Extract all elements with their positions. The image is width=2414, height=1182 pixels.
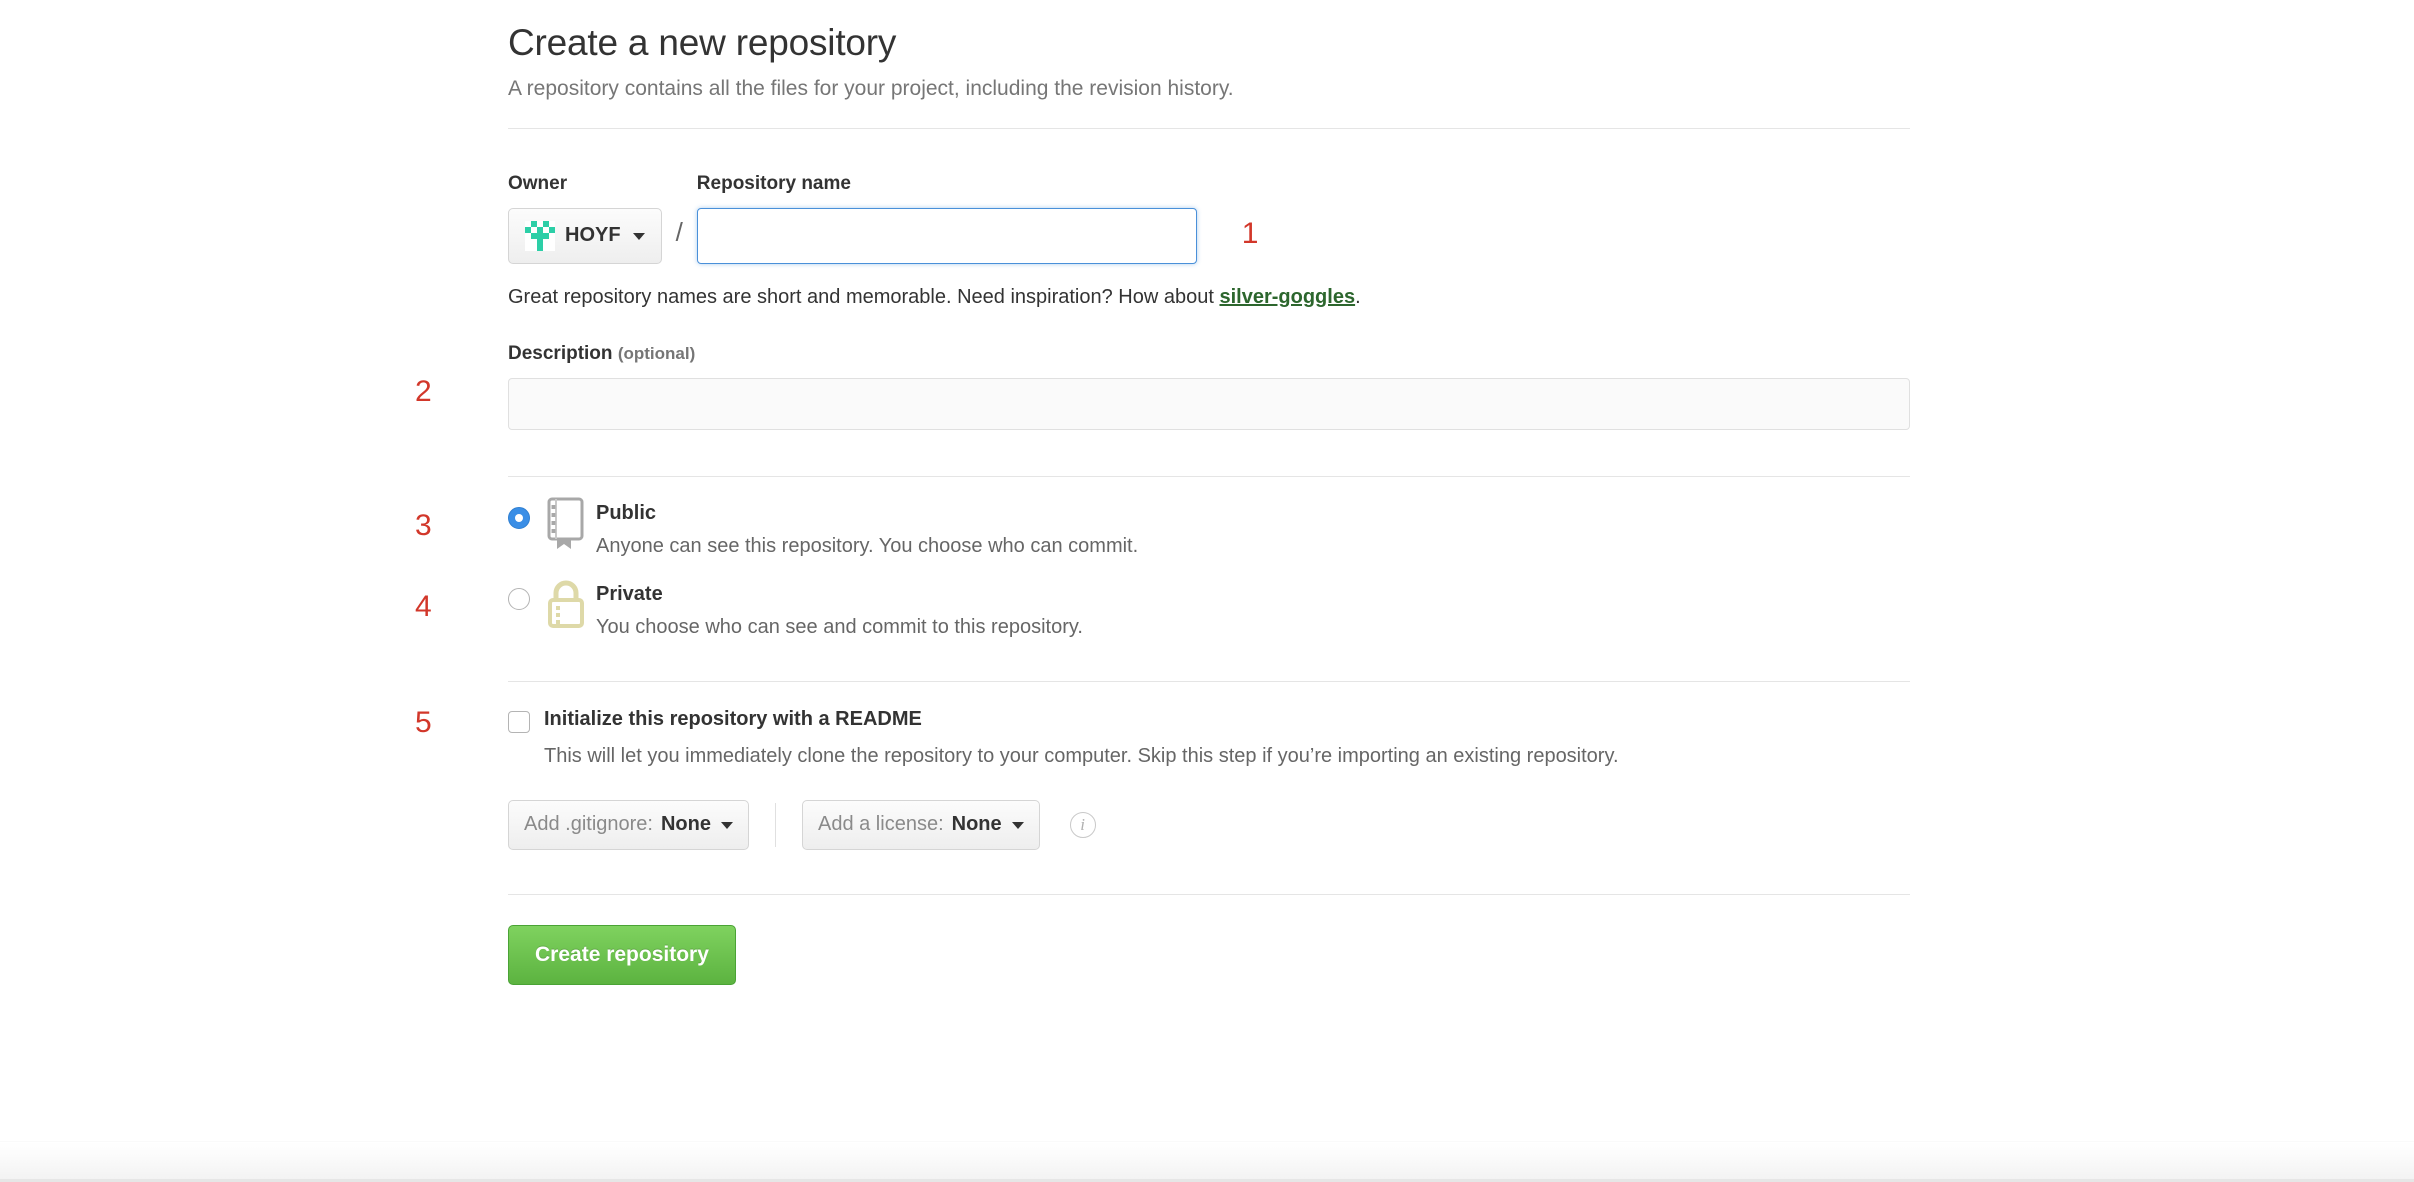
page-subtitle: A repository contains all the files for … <box>508 77 1234 100</box>
license-dropdown-button[interactable]: Add a license: None <box>801 799 1040 850</box>
owner-name-label: HOYF <box>565 224 621 247</box>
description-input[interactable] <box>508 377 1910 430</box>
visibility-option-private[interactable]: 4 Private You choose who can see and com… <box>415 558 1910 639</box>
annotation-2: 2 <box>415 374 432 408</box>
private-title: Private <box>596 582 663 605</box>
visibility-option-public[interactable]: 3 Public Anyone can see this repository.… <box>415 477 1910 558</box>
create-repository-button[interactable]: Create repository <box>508 924 736 985</box>
submit-section: Create repository <box>508 895 1910 985</box>
lock-icon <box>544 578 588 637</box>
annotation-1: 1 <box>1241 216 1259 250</box>
create-repository-page: Create a new repository A repository con… <box>0 0 2414 1182</box>
description-label: Description (optional) <box>508 343 1910 366</box>
identicon-avatar <box>525 220 555 251</box>
suggested-name-link[interactable]: silver-goggles <box>1219 286 1355 308</box>
description-label-text: Description <box>508 342 613 364</box>
chevron-down-icon <box>1011 822 1024 830</box>
gitignore-label: Add .gitignore: <box>524 813 653 836</box>
footer-strip <box>0 1141 2414 1182</box>
repository-name-label: Repository name <box>696 173 851 194</box>
hint-prefix: Great repository names are short and mem… <box>508 285 1220 308</box>
readme-checkbox[interactable] <box>508 710 530 733</box>
owner-field: Owner HOYF <box>508 173 662 264</box>
owner-name-separator: / <box>662 173 697 260</box>
dropdown-separator <box>774 802 776 847</box>
gitignore-value: None <box>660 813 711 836</box>
repository-name-input[interactable] <box>696 207 1197 264</box>
annotation-4: 4 <box>415 589 432 623</box>
info-icon[interactable]: i <box>1069 811 1096 838</box>
owner-name-row: Owner HOYF / Repository name 1 <box>508 129 1910 264</box>
readme-row[interactable]: Initialize this repository with a README <box>508 708 1910 733</box>
public-radio[interactable] <box>508 506 530 529</box>
annotation-5: 5 <box>415 705 432 739</box>
repository-name-hint: Great repository names are short and mem… <box>508 264 1910 309</box>
license-label: Add a license: <box>817 813 944 836</box>
owner-label: Owner <box>508 173 568 194</box>
chevron-down-icon <box>720 822 733 830</box>
readme-description: This will let you immediately clone the … <box>544 744 1619 767</box>
template-dropdown-row: Add .gitignore: None Add a license: None… <box>508 768 1910 850</box>
private-description: You choose who can see and commit to thi… <box>596 615 1083 638</box>
readme-label: Initialize this repository with a README <box>544 707 922 730</box>
readme-section: 5 Initialize this repository with a READ… <box>415 682 1910 850</box>
chevron-down-icon <box>632 233 645 241</box>
page-title: Create a new repository <box>508 22 897 63</box>
repo-icon <box>544 497 588 556</box>
public-title: Public <box>596 501 657 524</box>
license-value: None <box>951 813 1002 836</box>
gitignore-dropdown-button[interactable]: Add .gitignore: None <box>508 799 749 850</box>
form-container: Create a new repository A repository con… <box>415 0 1910 985</box>
slash-separator: / <box>675 217 683 247</box>
owner-dropdown-button[interactable]: HOYF <box>508 207 662 264</box>
public-description: Anyone can see this repository. You choo… <box>596 534 1139 557</box>
hint-suffix: . <box>1355 285 1361 308</box>
annotation-3: 3 <box>415 508 432 542</box>
repository-name-field: Repository name <box>696 173 1197 264</box>
private-option-text: Private You choose who can see and commi… <box>596 580 1083 639</box>
description-field: Description (optional) 2 <box>415 309 1910 430</box>
private-radio[interactable] <box>508 587 530 610</box>
public-option-text: Public Anyone can see this repository. Y… <box>596 499 1138 558</box>
description-optional-text: (optional) <box>617 343 696 363</box>
